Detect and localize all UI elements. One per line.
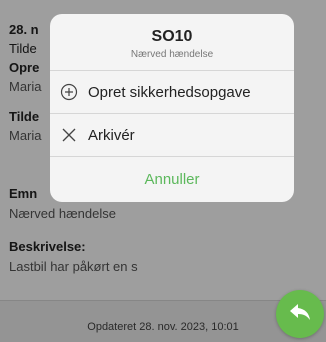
create-safety-task-label: Opret sikkerhedsopgave bbox=[88, 83, 251, 101]
create-safety-task-button[interactable]: Opret sikkerhedsopgave bbox=[50, 71, 294, 114]
reply-arrow-icon bbox=[288, 302, 312, 327]
plus-circle-icon bbox=[60, 83, 78, 101]
archive-button[interactable]: Arkivér bbox=[50, 114, 294, 157]
action-sheet: SO10 Nærved hændelse Opret sikkerhedsopg… bbox=[50, 14, 294, 202]
action-sheet-title: SO10 bbox=[151, 28, 193, 45]
screen: 28. n Tilde Opre Maria Tilde Maria Emn N… bbox=[0, 0, 326, 342]
cancel-button[interactable]: Annuller bbox=[50, 157, 294, 201]
reply-button[interactable] bbox=[276, 290, 324, 338]
action-sheet-subtitle: Nærved hændelse bbox=[130, 49, 214, 60]
close-icon bbox=[60, 126, 78, 144]
action-sheet-header: SO10 Nærved hændelse bbox=[50, 14, 294, 71]
archive-label: Arkivér bbox=[88, 126, 135, 144]
